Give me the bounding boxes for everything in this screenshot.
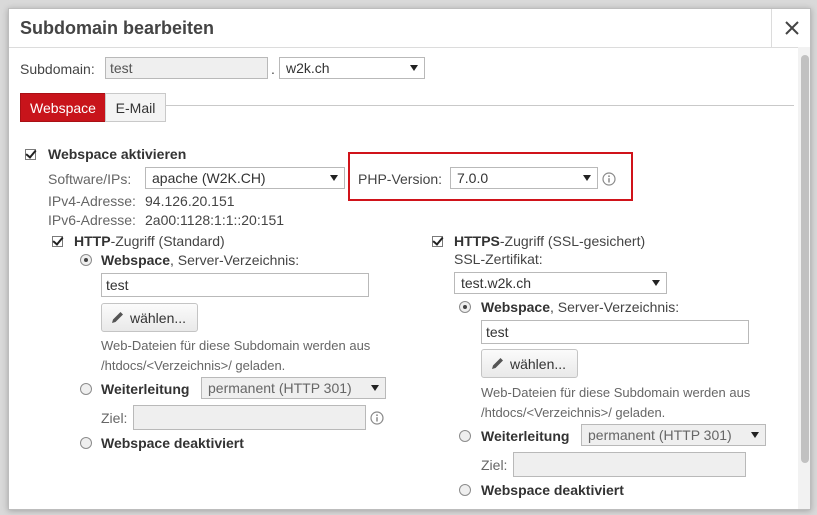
http-help-line2: /htdocs/<Verzeichnis>/ geladen. bbox=[101, 358, 286, 373]
http-webspace-label-bold: Webspace bbox=[101, 252, 170, 268]
php-version-label: PHP-Version: bbox=[358, 171, 443, 187]
software-select-value: apache (W2K.CH) bbox=[152, 170, 266, 186]
subdomain-input[interactable]: test bbox=[105, 57, 268, 79]
https-target-input[interactable] bbox=[513, 452, 746, 477]
http-redirect-label: Weiterleitung bbox=[101, 381, 190, 397]
http-disabled-radio[interactable] bbox=[80, 437, 92, 449]
https-choose-button-label: wählen... bbox=[510, 355, 567, 372]
http-choose-button-label: wählen... bbox=[130, 309, 187, 326]
https-choose-button[interactable]: wählen... bbox=[481, 349, 578, 378]
http-access-label-bold: HTTP bbox=[74, 233, 111, 249]
ssl-certificate-select[interactable]: test.w2k.ch bbox=[454, 272, 667, 294]
caret-down-icon bbox=[410, 65, 418, 71]
caret-down-icon bbox=[583, 175, 591, 181]
software-select[interactable]: apache (W2K.CH) bbox=[145, 167, 345, 189]
https-redirect-radio[interactable] bbox=[459, 430, 471, 442]
ipv4-value: 94.126.20.151 bbox=[145, 193, 235, 209]
http-help-line1: Web-Dateien für diese Subdomain werden a… bbox=[101, 338, 371, 353]
https-target-label: Ziel: bbox=[481, 457, 508, 473]
pencil-icon bbox=[112, 312, 123, 323]
https-access-label: HTTPS-Zugriff (SSL-gesichert) bbox=[454, 233, 645, 249]
https-webspace-label-bold: Webspace bbox=[481, 299, 550, 315]
https-redirect-select-value: permanent (HTTP 301) bbox=[588, 427, 732, 443]
subdomain-separator: . bbox=[271, 61, 275, 77]
https-help-line1: Web-Dateien für diese Subdomain werden a… bbox=[481, 385, 751, 400]
software-label: Software/IPs: bbox=[48, 171, 132, 187]
subdomain-label: Subdomain: bbox=[20, 61, 95, 77]
php-version-select-value: 7.0.0 bbox=[457, 170, 489, 186]
edit-subdomain-dialog: Subdomain bearbeiten Subdomain: test . w… bbox=[8, 8, 811, 510]
https-access-label-bold: HTTPS bbox=[454, 233, 500, 249]
ssl-certificate-label: SSL-Zertifikat: bbox=[454, 251, 543, 267]
https-webspace-label-rest: , Server-Verzeichnis: bbox=[550, 299, 680, 315]
http-access-label: HTTP-Zugriff (Standard) bbox=[74, 233, 225, 249]
https-disabled-label: Webspace deaktiviert bbox=[481, 482, 624, 498]
ipv4-label: IPv4-Adresse: bbox=[48, 193, 136, 209]
https-redirect-select[interactable]: permanent (HTTP 301) bbox=[581, 424, 766, 446]
http-directory-input[interactable]: test bbox=[101, 273, 369, 297]
https-redirect-label: Weiterleitung bbox=[481, 428, 570, 444]
pencil-icon bbox=[492, 358, 503, 369]
caret-down-icon bbox=[330, 175, 338, 181]
http-target-input[interactable] bbox=[133, 405, 366, 430]
ssl-certificate-select-value: test.w2k.ch bbox=[461, 275, 532, 291]
http-choose-button[interactable]: wählen... bbox=[101, 303, 198, 332]
tab-email[interactable]: E-Mail bbox=[105, 93, 166, 122]
http-redirect-select[interactable]: permanent (HTTP 301) bbox=[201, 377, 386, 399]
https-help-text: Web-Dateien für diese Subdomain werden a… bbox=[481, 383, 750, 423]
https-webspace-radio[interactable] bbox=[459, 301, 471, 313]
caret-down-icon bbox=[652, 280, 660, 286]
webspace-enable-label: Webspace aktivieren bbox=[48, 146, 187, 162]
domain-select[interactable]: w2k.ch bbox=[279, 57, 425, 79]
http-access-label-rest: -Zugriff (Standard) bbox=[110, 233, 225, 249]
info-icon[interactable] bbox=[602, 172, 616, 186]
http-webspace-radio[interactable] bbox=[80, 254, 92, 266]
ipv6-value: 2a00:1128:1:1::20:151 bbox=[145, 212, 285, 228]
http-redirect-radio[interactable] bbox=[80, 383, 92, 395]
https-disabled-radio[interactable] bbox=[459, 484, 471, 496]
dialog-titlebar: Subdomain bearbeiten bbox=[9, 9, 810, 48]
ipv6-label: IPv6-Adresse: bbox=[48, 212, 136, 228]
http-disabled-label: Webspace deaktiviert bbox=[101, 435, 244, 451]
close-button[interactable] bbox=[771, 9, 810, 47]
http-webspace-label: Webspace, Server-Verzeichnis: bbox=[101, 252, 299, 268]
caret-down-icon bbox=[751, 432, 759, 438]
scrollbar-thumb[interactable] bbox=[801, 55, 809, 463]
dialog-title: Subdomain bearbeiten bbox=[20, 18, 215, 38]
https-directory-input[interactable]: test bbox=[481, 320, 749, 344]
http-help-text: Web-Dateien für diese Subdomain werden a… bbox=[101, 336, 370, 376]
http-webspace-label-rest: , Server-Verzeichnis: bbox=[170, 252, 300, 268]
https-access-label-rest: -Zugriff (SSL-gesichert) bbox=[499, 233, 646, 249]
info-icon[interactable] bbox=[370, 411, 384, 425]
https-help-line2: /htdocs/<Verzeichnis>/ geladen. bbox=[481, 405, 666, 420]
http-redirect-select-value: permanent (HTTP 301) bbox=[208, 380, 352, 396]
php-version-select[interactable]: 7.0.0 bbox=[450, 167, 598, 189]
http-target-label: Ziel: bbox=[101, 410, 128, 426]
webspace-enable-checkbox[interactable] bbox=[25, 149, 36, 160]
http-access-checkbox[interactable] bbox=[52, 236, 63, 247]
caret-down-icon bbox=[371, 385, 379, 391]
close-icon bbox=[784, 21, 799, 35]
tab-webspace[interactable]: Webspace bbox=[20, 93, 106, 122]
https-webspace-label: Webspace, Server-Verzeichnis: bbox=[481, 299, 679, 315]
https-access-checkbox[interactable] bbox=[432, 236, 443, 247]
domain-select-value: w2k.ch bbox=[286, 60, 330, 76]
